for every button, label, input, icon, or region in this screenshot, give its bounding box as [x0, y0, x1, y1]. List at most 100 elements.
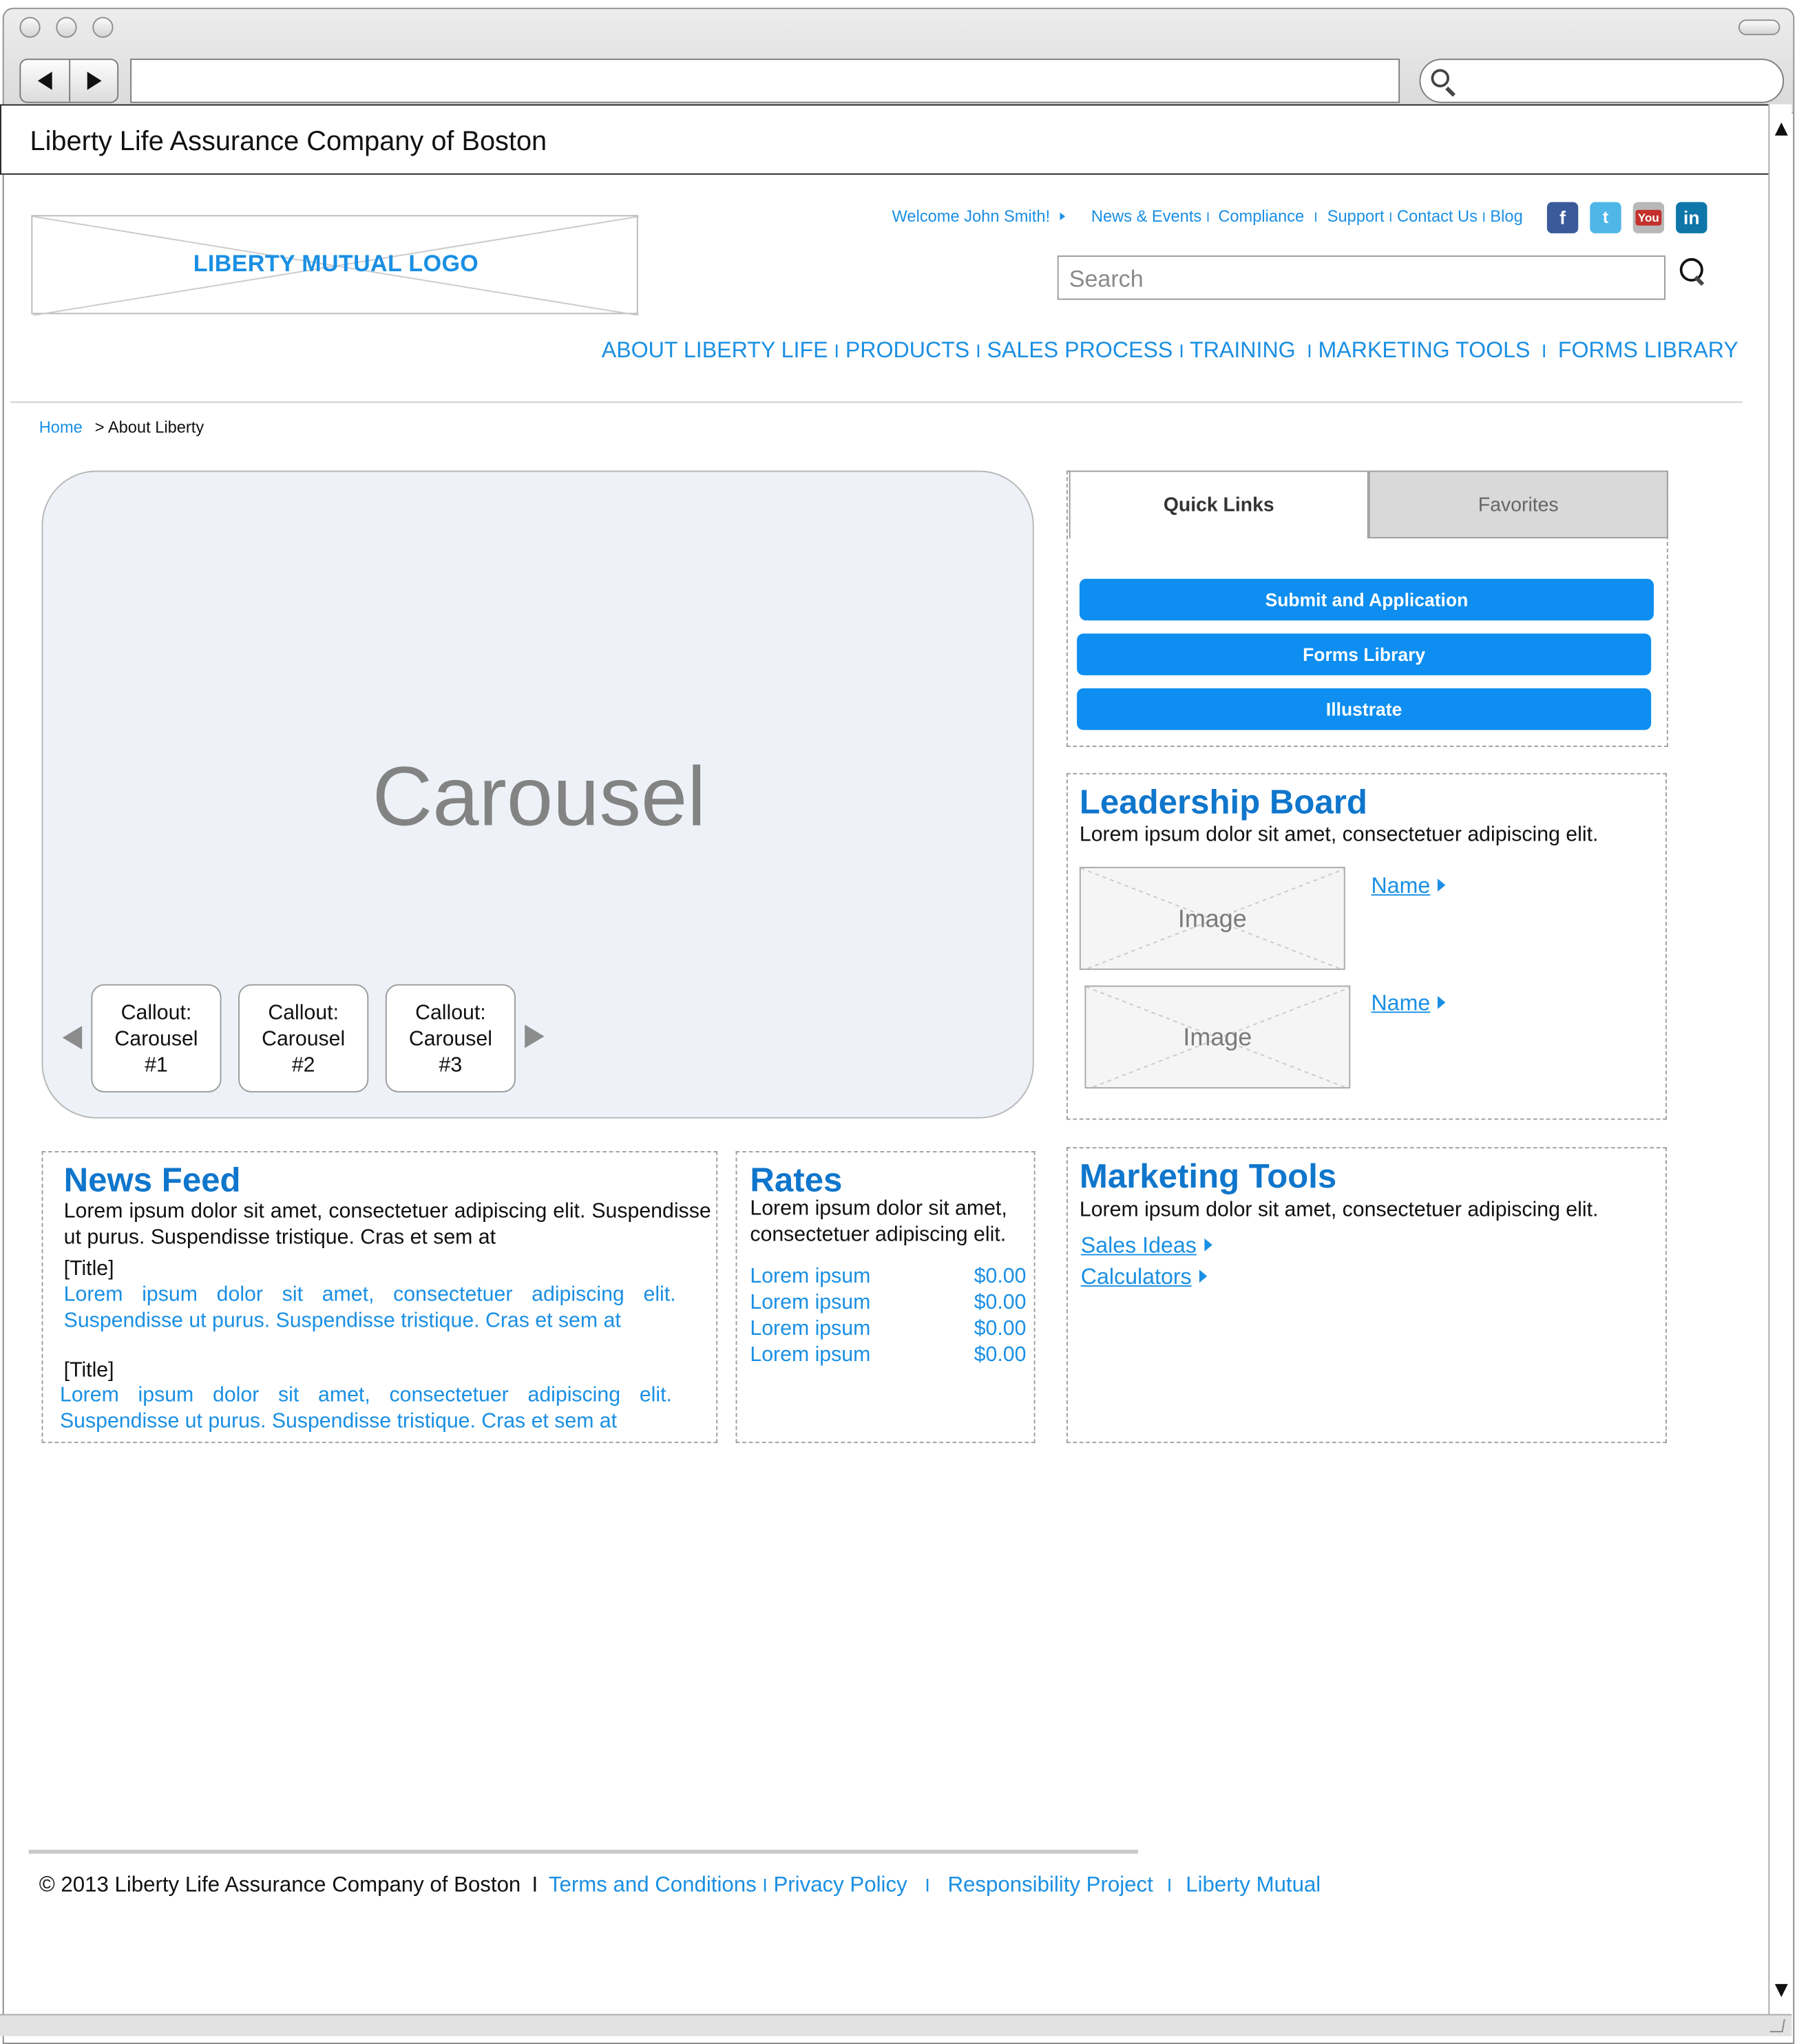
- carousel[interactable]: Carousel Callout: Carousel #1 Callout: C…: [41, 470, 1034, 1119]
- utility-sep: I: [1314, 211, 1318, 226]
- news-item-2-link[interactable]: Lorem ipsum dolor sit amet, consectetuer…: [60, 1383, 672, 1435]
- callout-line: Carousel: [408, 1028, 492, 1051]
- tab-quick-links[interactable]: Quick Links: [1069, 470, 1369, 539]
- forms-library-button[interactable]: Forms Library: [1077, 633, 1652, 675]
- nav-marketing-tools[interactable]: MARKETING TOOLS: [1318, 337, 1531, 362]
- support-link[interactable]: Support: [1327, 207, 1385, 226]
- rate-label[interactable]: Lorem ipsum: [750, 1342, 870, 1369]
- link-arrow-icon: [1204, 1238, 1212, 1252]
- carousel-callout-1[interactable]: Callout: Carousel #1: [91, 984, 222, 1093]
- rate-value: $0.00: [974, 1292, 1027, 1314]
- rate-label[interactable]: Lorem ipsum: [750, 1291, 870, 1317]
- responsibility-link[interactable]: Responsibility Project: [947, 1873, 1153, 1897]
- welcome-arrow-icon: [1060, 212, 1065, 221]
- carousel-next-icon[interactable]: [525, 1024, 545, 1049]
- submit-application-button[interactable]: Submit and Application: [1079, 578, 1654, 621]
- vertical-scrollbar[interactable]: [1768, 104, 1792, 2014]
- scroll-down-icon[interactable]: [1774, 1983, 1788, 1997]
- callout-line: Callout:: [268, 1002, 339, 1025]
- search-icon: [1431, 69, 1450, 87]
- utility-sep: I: [1206, 211, 1210, 226]
- marketing-tools-panel: Marketing Tools Lorem ipsum dolor sit am…: [1066, 1147, 1667, 1444]
- header-divider: [10, 401, 1743, 403]
- callout-line: #2: [291, 1054, 315, 1077]
- rates-panel: Rates Lorem ipsum dolor sit amet, consec…: [735, 1150, 1036, 1444]
- toolbar-toggle-button[interactable]: [1738, 19, 1780, 36]
- news-feed-panel: News Feed Lorem ipsum dolor sit amet, co…: [41, 1150, 718, 1444]
- carousel-prev-icon[interactable]: [62, 1026, 83, 1050]
- leader-image-2: Image: [1084, 985, 1351, 1089]
- leader-name-link-2[interactable]: Name: [1372, 991, 1447, 1017]
- rates-title: Rates: [750, 1160, 843, 1200]
- calculators-label: Calculators: [1080, 1264, 1192, 1289]
- facebook-icon[interactable]: f: [1546, 202, 1579, 233]
- footer-sep: I: [532, 1873, 538, 1897]
- rate-value: $0.00: [974, 1344, 1027, 1367]
- footer-sep: I: [925, 1874, 930, 1896]
- callout-line: #1: [145, 1054, 168, 1077]
- nav-sep: I: [834, 340, 839, 361]
- footer: © 2013 Liberty Life Assurance Company of…: [39, 1873, 1321, 1898]
- news-events-link[interactable]: News & Events: [1091, 207, 1201, 226]
- nav-forms-library[interactable]: FORMS LIBRARY: [1558, 337, 1738, 362]
- tab-favorites[interactable]: Favorites: [1368, 470, 1668, 539]
- leadership-board-panel: Leadership Board Lorem ipsum dolor sit a…: [1066, 772, 1667, 1120]
- contact-us-link[interactable]: Contact Us: [1397, 207, 1478, 226]
- utility-sep: I: [1482, 211, 1486, 226]
- youtube-glyph: You: [1635, 209, 1662, 226]
- back-arrow-icon[interactable]: [37, 72, 52, 90]
- welcome-text: Welcome John Smith!: [892, 207, 1051, 226]
- leader-name-link-1[interactable]: Name: [1371, 873, 1447, 900]
- welcome-link[interactable]: Welcome John Smith!: [892, 207, 1065, 226]
- sales-ideas-link[interactable]: Sales Ideas: [1081, 1233, 1212, 1259]
- close-window-button[interactable]: [19, 17, 41, 38]
- privacy-link[interactable]: Privacy Policy: [773, 1873, 907, 1897]
- breadcrumb-home-link[interactable]: Home: [39, 419, 83, 437]
- news-item-1-link[interactable]: Lorem ipsum dolor sit amet, consectetuer…: [64, 1283, 676, 1335]
- youtube-icon[interactable]: You: [1632, 202, 1665, 233]
- liberty-mutual-link[interactable]: Liberty Mutual: [1186, 1873, 1321, 1897]
- screen: Liberty Life Assurance Company of Boston…: [0, 0, 1797, 2044]
- compliance-link[interactable]: Compliance: [1218, 207, 1304, 226]
- callout-line: Carousel: [114, 1028, 198, 1051]
- forward-arrow-icon[interactable]: [87, 72, 102, 90]
- browser-search-input[interactable]: [1419, 59, 1785, 103]
- footer-divider: [28, 1849, 1138, 1854]
- rate-label[interactable]: Lorem ipsum: [750, 1265, 870, 1291]
- site-search-button[interactable]: [1679, 257, 1703, 282]
- terms-link[interactable]: Terms and Conditions: [549, 1873, 757, 1897]
- leader-image-1-label: Image: [1177, 905, 1247, 934]
- nav-sales-process[interactable]: SALES PROCESS: [987, 337, 1173, 362]
- scroll-up-icon[interactable]: [1774, 122, 1788, 136]
- nav-about-liberty-life[interactable]: ABOUT LIBERTY LIFE: [602, 337, 828, 362]
- logo-placeholder[interactable]: LIBERTY MUTUAL LOGO: [31, 215, 640, 316]
- callout-line: Callout:: [415, 1002, 486, 1025]
- tab-favorites-label: Favorites: [1478, 494, 1559, 516]
- link-arrow-icon: [1438, 878, 1447, 892]
- carousel-callout-2[interactable]: Callout: Carousel #2: [238, 984, 369, 1093]
- news-item-2-title: [Title]: [63, 1359, 114, 1382]
- nav-sep: I: [1179, 340, 1184, 361]
- url-input[interactable]: [130, 59, 1400, 103]
- linkedin-icon[interactable]: in: [1676, 202, 1707, 233]
- minimize-window-button[interactable]: [56, 17, 77, 38]
- blog-link[interactable]: Blog: [1490, 207, 1522, 226]
- site-search-input[interactable]: Search: [1057, 255, 1665, 300]
- twitter-icon[interactable]: t: [1590, 202, 1621, 233]
- resize-grip-icon[interactable]: [1769, 2019, 1785, 2032]
- history-buttons: [19, 59, 119, 103]
- rate-label[interactable]: Lorem ipsum: [750, 1316, 870, 1342]
- site-search-placeholder: Search: [1069, 266, 1144, 293]
- leader-name-1: Name: [1371, 873, 1431, 898]
- carousel-callout-3[interactable]: Callout: Carousel #3: [385, 984, 516, 1093]
- link-arrow-icon: [1438, 995, 1447, 1009]
- nav-training[interactable]: TRAINING: [1190, 337, 1296, 362]
- nav-sep: I: [1307, 340, 1312, 361]
- nav-products[interactable]: PRODUCTS: [845, 337, 969, 362]
- page-title: Liberty Life Assurance Company of Boston: [30, 126, 547, 157]
- illustrate-label: Illustrate: [1325, 698, 1402, 720]
- zoom-window-button[interactable]: [92, 17, 114, 38]
- illustrate-button[interactable]: Illustrate: [1077, 688, 1652, 730]
- sales-ideas-label: Sales Ideas: [1080, 1233, 1197, 1258]
- calculators-link[interactable]: Calculators: [1081, 1265, 1208, 1291]
